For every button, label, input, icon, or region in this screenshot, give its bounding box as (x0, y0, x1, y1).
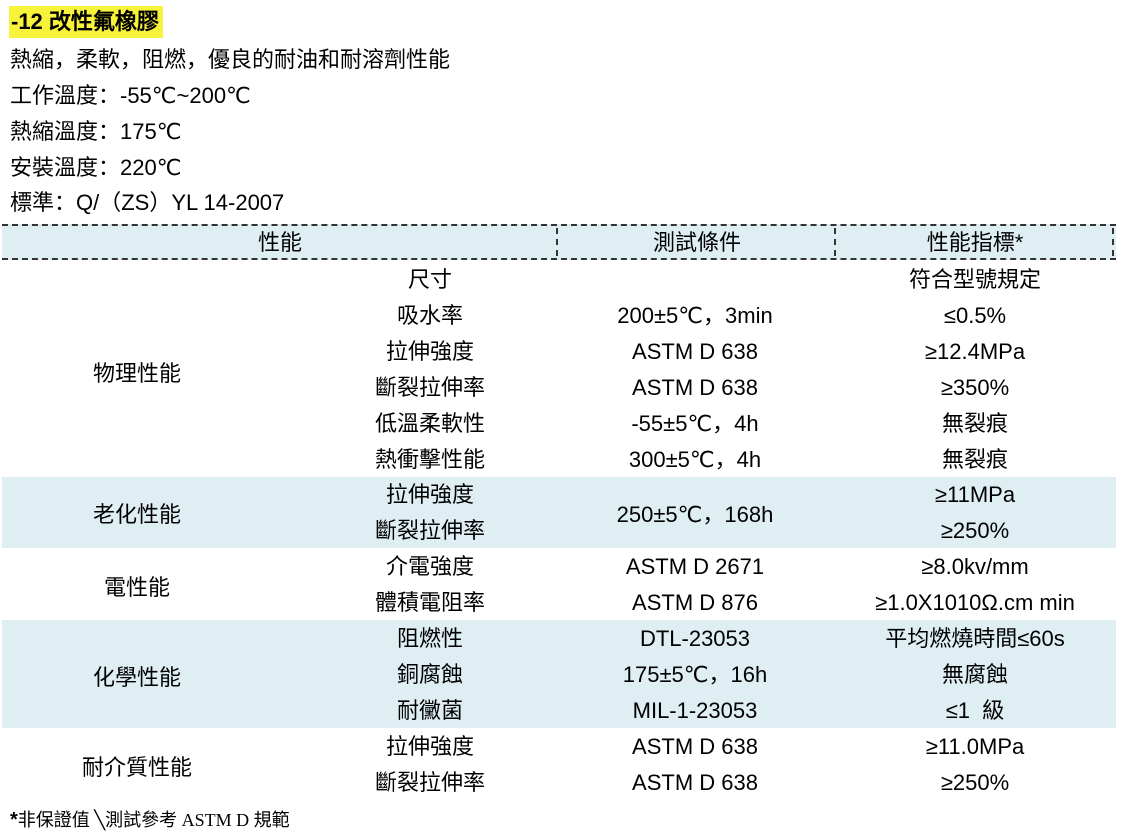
condition-cell: ASTM D 876 (632, 590, 758, 615)
table-row: 耐黴菌 MIL-1-23053 ≤1 級 (0, 693, 1128, 729)
condition-cell: 175±5℃，16h (622, 662, 768, 687)
spec-cell: 平均燃燒時間≤60s (885, 626, 1065, 651)
item-cell: 尺寸 (407, 267, 452, 292)
footnote: *非保證值 ╲測試參考 ASTM D 規範 (10, 808, 290, 832)
spec-cell: ≥250% (940, 770, 1010, 795)
footnote-text: 非保證值 ╲測試參考 ASTM D 規範 (17, 810, 290, 830)
condition-cell: ASTM D 638 (632, 375, 758, 400)
table-row: 尺寸 符合型號規定 (0, 262, 1128, 298)
spec-cell: ≤1 級 (945, 698, 1005, 723)
table-row: 斷裂拉伸率 ASTM D 638 ≥350% (0, 370, 1128, 406)
item-cell: 拉伸強度 (385, 339, 474, 364)
spec-cell: ≥11.0MPa (925, 734, 1025, 759)
table-header: 性能 測試條件 性能指標* (2, 224, 1116, 260)
spec-cell: ≥350% (940, 375, 1010, 400)
table-row: 拉伸強度 ≥11MPa (0, 477, 1128, 513)
spec-cell: 符合型號規定 (908, 267, 1041, 292)
table-row: 吸水率 200±5℃，3min ≤0.5% (0, 298, 1128, 334)
spec-cell: ≥8.0kv/mm (921, 554, 1029, 579)
work-temp-text: 工作溫度：-55℃~200℃ (10, 83, 251, 108)
header-spec: 性能指標* (926, 230, 1024, 255)
item-cell: 銅腐蝕 (396, 662, 463, 687)
spec-cell: ≥11MPa (934, 482, 1016, 507)
condition-cell: MIL-1-23053 (632, 698, 758, 723)
table-row: 阻燃性 DTL-23053 平均燃燒時間≤60s (0, 621, 1128, 657)
table-row: 熱衝擊性能 300±5℃，4h 無裂痕 (0, 442, 1128, 478)
condition-cell: DTL-23053 (639, 626, 751, 651)
table-row: 介電強度 ASTM D 2671 ≥8.0kv/mm (0, 549, 1128, 585)
item-cell: 斷裂拉伸率 (374, 770, 485, 795)
item-cell: 吸水率 (396, 303, 463, 328)
product-title: -12 改性氟橡膠 (9, 6, 163, 38)
spec-cell: 無腐蝕 (941, 662, 1008, 687)
header-condition: 測試條件 (652, 230, 741, 255)
header-divider (1112, 228, 1114, 256)
spec-cell: ≥250% (940, 518, 1010, 543)
item-cell: 介電強度 (385, 554, 474, 579)
header-property: 性能 (257, 230, 302, 255)
features-text: 熱縮，柔軟，阻燃，優良的耐油和耐溶劑性能 (10, 47, 451, 72)
item-cell: 阻燃性 (396, 626, 463, 651)
item-cell: 拉伸強度 (385, 482, 474, 507)
condition-cell: 300±5℃，4h (628, 447, 762, 472)
item-cell: 低溫柔軟性 (374, 411, 485, 436)
install-temp-text: 安裝溫度：220℃ (10, 155, 182, 180)
table-row: 斷裂拉伸率 ≥250% (0, 513, 1128, 549)
condition-cell: ASTM D 2671 (625, 554, 765, 579)
spec-cell: ≥12.4MPa (924, 339, 1026, 364)
item-cell: 熱衝擊性能 (374, 447, 485, 472)
spec-cell: 無裂痕 (941, 447, 1008, 472)
condition-cell: ASTM D 638 (632, 339, 758, 364)
spec-cell: ≥1.0X1010Ω.cm min (875, 590, 1075, 615)
condition-cell: ASTM D 638 (632, 770, 758, 795)
condition-cell: -55±5℃，4h (631, 411, 759, 436)
item-cell: 耐黴菌 (396, 698, 463, 723)
table-row: 拉伸強度 ASTM D 638 ≥11.0MPa (0, 729, 1128, 765)
table-row: 銅腐蝕 175±5℃，16h 無腐蝕 (0, 657, 1128, 693)
spec-cell: ≤0.5% (943, 303, 1007, 328)
table-row: 斷裂拉伸率 ASTM D 638 ≥250% (0, 765, 1128, 801)
footnote-asterisk: * (10, 809, 18, 831)
table-row: 低溫柔軟性 -55±5℃，4h 無裂痕 (0, 406, 1128, 442)
standard-text: 標準：Q/（ZS）YL 14-2007 (10, 190, 285, 215)
item-cell: 體積電阻率 (374, 590, 485, 615)
item-cell: 斷裂拉伸率 (374, 518, 485, 543)
table-row: 拉伸強度 ASTM D 638 ≥12.4MPa (0, 334, 1128, 370)
item-cell: 斷裂拉伸率 (374, 375, 485, 400)
table-row: 體積電阻率 ASTM D 876 ≥1.0X1010Ω.cm min (0, 585, 1128, 621)
condition-cell: ASTM D 638 (632, 734, 758, 759)
condition-cell: 200±5℃，3min (617, 303, 773, 328)
spec-cell: 無裂痕 (941, 411, 1008, 436)
item-cell: 拉伸強度 (385, 734, 474, 759)
shrink-temp-text: 熱縮溫度：175℃ (10, 119, 182, 144)
